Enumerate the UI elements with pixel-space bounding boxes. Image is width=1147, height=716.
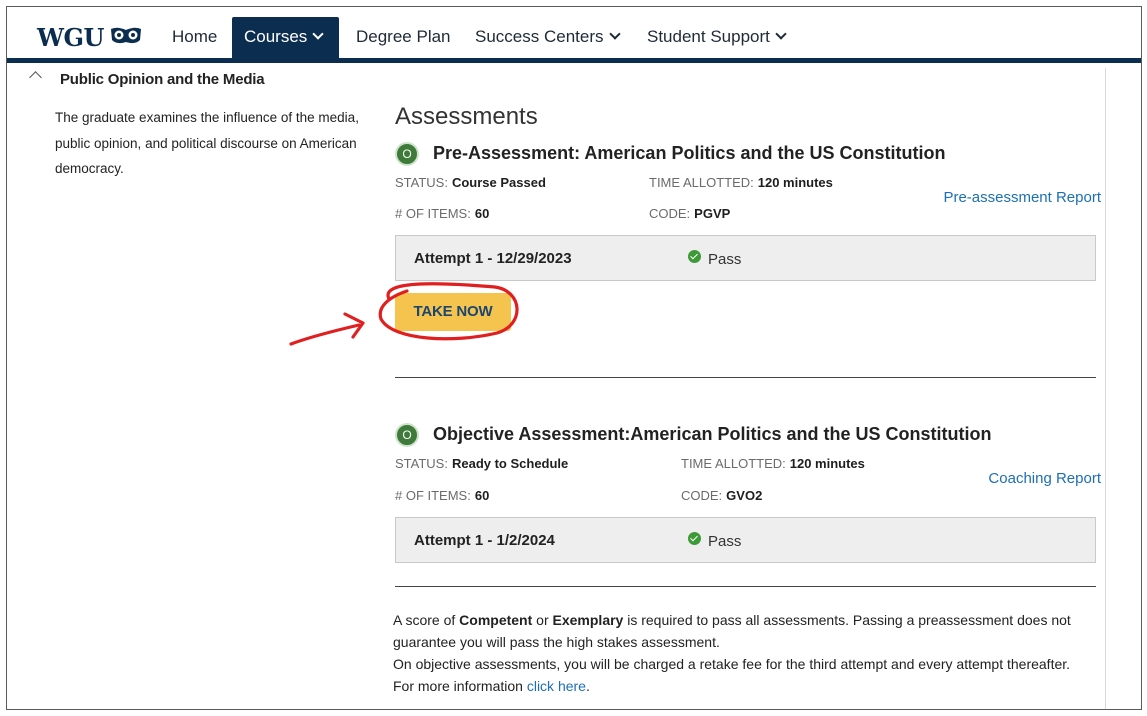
- coaching-report-link[interactable]: Coaching Report: [988, 470, 1101, 487]
- pre-assessment-title-text: Pre-Assessment: American Politics and th…: [433, 143, 946, 163]
- assessment-policy-note: A score of Competent or Exemplary is req…: [393, 609, 1083, 697]
- chevron-down-icon: [608, 28, 621, 40]
- attempt-label: Attempt 1 - 12/29/2023: [414, 250, 572, 267]
- status-label: STATUS:: [395, 456, 448, 471]
- chevron-down-icon: [312, 28, 324, 40]
- items-label: # OF ITEMS:: [395, 488, 471, 503]
- browser-frame: WGU Home Courses Degree Plan Success Cen…: [6, 6, 1142, 710]
- objective-assessment-time: TIME ALLOTTED: 120 minutes: [681, 456, 865, 471]
- note-retake-text: On objective assessments, you will be ch…: [393, 656, 1071, 694]
- attempt-result-text: Pass: [708, 251, 742, 268]
- nav-student-support[interactable]: Student Support: [635, 17, 797, 59]
- check-circle-icon: [688, 250, 701, 263]
- pre-assessment-time: TIME ALLOTTED: 120 minutes: [649, 175, 833, 190]
- time-label: TIME ALLOTTED:: [649, 175, 754, 190]
- nav-student-support-label: Student Support: [647, 27, 770, 46]
- section-divider: [395, 586, 1096, 587]
- assessments-heading: Assessments: [395, 103, 538, 130]
- nav-courses[interactable]: Courses: [232, 17, 339, 59]
- nav-success-centers-label: Success Centers: [475, 27, 604, 46]
- pre-assessment-status: STATUS: Course Passed: [395, 175, 546, 190]
- status-label: STATUS:: [395, 175, 448, 190]
- note-text: .: [585, 678, 590, 694]
- status-value: Ready to Schedule: [451, 456, 569, 471]
- nav-courses-label: Courses: [244, 27, 308, 46]
- objective-assessment-code: CODE: GVO2: [681, 488, 762, 503]
- objective-assessment-status: STATUS: Ready to Schedule: [395, 456, 568, 471]
- annotation-arrowhead: [343, 312, 365, 339]
- status-value: Course Passed: [451, 175, 546, 190]
- objective-assessment-title: O Objective Assessment:American Politics …: [395, 423, 991, 447]
- nav-home[interactable]: Home: [160, 17, 229, 59]
- pre-assessment-code: CODE: PGVP: [649, 206, 730, 221]
- items-value: 60: [474, 488, 490, 503]
- nav-home-label: Home: [172, 27, 218, 46]
- time-value: 120 minutes: [757, 175, 833, 190]
- top-navigation: WGU Home Courses Degree Plan Success Cen…: [7, 7, 1141, 63]
- chevron-up-icon[interactable]: [29, 71, 42, 84]
- nav-degree-plan-label: Degree Plan: [356, 27, 451, 46]
- code-label: CODE:: [681, 488, 723, 503]
- attempt-label: Attempt 1 - 1/2/2024: [414, 532, 555, 549]
- pre-assessment-items: # OF ITEMS: 60: [395, 206, 489, 221]
- column-divider: [1105, 68, 1106, 709]
- chevron-down-icon: [775, 28, 787, 40]
- status-circle-icon: O: [395, 423, 419, 447]
- click-here-link[interactable]: click here: [527, 678, 586, 694]
- time-label: TIME ALLOTTED:: [681, 456, 786, 471]
- annotation-arrow: [289, 323, 361, 346]
- section-divider: [395, 377, 1096, 378]
- code-value: GVO2: [726, 488, 763, 503]
- objective-assessment-attempt-row: Attempt 1 - 1/2/2024 Pass: [395, 517, 1096, 563]
- section-title[interactable]: Public Opinion and the Media: [60, 71, 265, 88]
- attempt-result: Pass: [688, 250, 741, 268]
- items-label: # OF ITEMS:: [395, 206, 471, 221]
- note-exemplary: Exemplary: [552, 612, 624, 628]
- status-circle-icon: O: [395, 142, 419, 166]
- objective-assessment-items: # OF ITEMS: 60: [395, 488, 489, 503]
- nav-degree-plan[interactable]: Degree Plan: [344, 17, 463, 59]
- note-text: or: [532, 612, 553, 628]
- pre-assessment-title: O Pre-Assessment: American Politics and t…: [395, 142, 945, 166]
- take-now-button[interactable]: TAKE NOW: [395, 293, 511, 331]
- objective-assessment-title-text: Objective Assessment:American Politics a…: [433, 424, 992, 444]
- check-circle-icon: [688, 532, 701, 545]
- owl-logo-icon[interactable]: [109, 26, 143, 46]
- time-value: 120 minutes: [789, 456, 865, 471]
- pre-assessment-attempt-row: Attempt 1 - 12/29/2023 Pass: [395, 235, 1096, 281]
- note-competent: Competent: [459, 612, 533, 628]
- section-description: The graduate examines the influence of t…: [55, 110, 359, 176]
- note-text: A score of: [393, 612, 460, 628]
- attempt-result: Pass: [688, 532, 741, 550]
- code-value: PGVP: [694, 206, 731, 221]
- nav-success-centers[interactable]: Success Centers: [463, 17, 631, 59]
- wgu-logo-text[interactable]: WGU: [37, 23, 104, 52]
- attempt-result-text: Pass: [708, 533, 742, 550]
- pre-assessment-report-link[interactable]: Pre-assessment Report: [943, 189, 1101, 206]
- code-label: CODE:: [649, 206, 691, 221]
- items-value: 60: [474, 206, 490, 221]
